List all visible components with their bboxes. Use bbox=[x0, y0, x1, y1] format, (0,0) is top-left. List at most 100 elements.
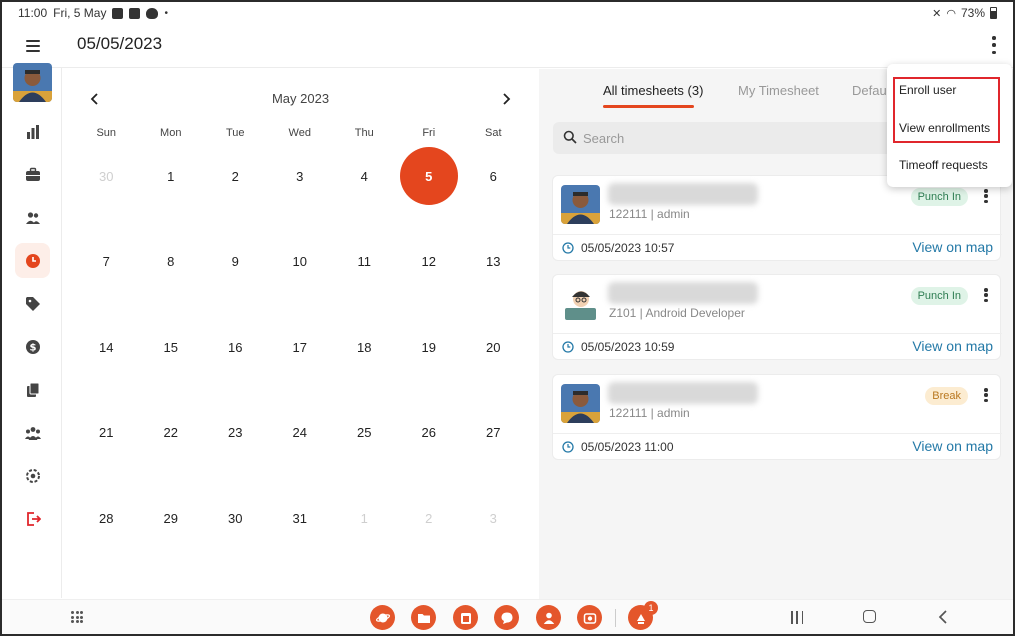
calendar-day-number: 3 bbox=[489, 510, 497, 526]
calendar-day[interactable]: 30 bbox=[74, 147, 139, 232]
calendar-day[interactable]: 30 bbox=[203, 489, 268, 574]
sidebar-item-documents[interactable] bbox=[15, 372, 50, 407]
sidebar-item-timesheets[interactable] bbox=[15, 243, 50, 278]
sidebar-item-users[interactable] bbox=[15, 200, 50, 235]
calendar-day[interactable]: 28 bbox=[74, 489, 139, 574]
calendar: May 2023 Sun Mon Tue Wed Thu Fri Sat 30 1 2 3 4 5 6 7 8… bbox=[63, 69, 538, 599]
sidebar-item-tags[interactable] bbox=[15, 286, 50, 321]
bar-chart-icon bbox=[26, 124, 39, 139]
calendar-day-number: 28 bbox=[99, 510, 114, 526]
view-on-map-link[interactable]: View on map bbox=[912, 239, 993, 255]
card-footer: 05/05/2023 11:00 View on map bbox=[553, 433, 1002, 461]
menu-item-view-enrollments[interactable]: View enrollments bbox=[899, 121, 990, 135]
menu-item-enroll-user[interactable]: Enroll user bbox=[899, 83, 956, 97]
calendar-day[interactable]: 29 bbox=[139, 489, 204, 574]
calendar-day[interactable]: 31 bbox=[268, 489, 333, 574]
calendar-day[interactable]: 21 bbox=[74, 403, 139, 488]
view-on-map-link[interactable]: View on map bbox=[912, 438, 993, 454]
calendar-day[interactable]: 1 bbox=[332, 489, 397, 574]
calendar-day-number: 12 bbox=[421, 254, 436, 270]
dock-app-calendar[interactable] bbox=[453, 605, 478, 630]
timesheet-card[interactable]: 122111 | admin Punch In 05/05/2023 10:57 Vi… bbox=[552, 175, 1002, 262]
calendar-day[interactable]: 9 bbox=[203, 232, 268, 317]
timesheet-card[interactable]: Z101 | Android Developer Punch In 05/05/20… bbox=[552, 274, 1002, 360]
back-button[interactable] bbox=[936, 609, 950, 625]
calendar-day-number: 25 bbox=[357, 425, 372, 441]
calendar-day-selected[interactable]: 5 bbox=[397, 147, 462, 232]
calendar-day[interactable]: 20 bbox=[461, 318, 526, 403]
calendar-month-label: May 2023 bbox=[271, 91, 330, 106]
battery-percent: 73% bbox=[960, 6, 985, 20]
hamburger-menu-icon[interactable] bbox=[26, 40, 40, 52]
calendar-day[interactable]: 14 bbox=[74, 318, 139, 403]
checkbox-notification-icon bbox=[129, 7, 141, 19]
calendar-day[interactable]: 19 bbox=[397, 318, 462, 403]
calendar-day[interactable]: 17 bbox=[268, 318, 333, 403]
sidebar-item-settings[interactable] bbox=[15, 458, 50, 493]
calendar-day[interactable]: 1 bbox=[139, 147, 204, 232]
menu-item-timeoff-requests[interactable]: Timeoff requests bbox=[899, 158, 988, 172]
tab-all-timesheets[interactable]: All timesheets (3) bbox=[603, 83, 703, 98]
calendar-day[interactable]: 3 bbox=[268, 147, 333, 232]
sidebar-item-payments[interactable]: $ bbox=[15, 329, 50, 364]
calendar-day[interactable]: 2 bbox=[397, 489, 462, 574]
calendar-day[interactable]: 23 bbox=[203, 403, 268, 488]
dock-app-messages[interactable] bbox=[494, 605, 519, 630]
calendar-day[interactable]: 27 bbox=[461, 403, 526, 488]
calendar-day[interactable]: 4 bbox=[332, 147, 397, 232]
home-button[interactable] bbox=[863, 610, 876, 623]
calendar-day[interactable]: 10 bbox=[268, 232, 333, 317]
recent-apps-button[interactable] bbox=[791, 611, 803, 624]
card-footer: 05/05/2023 10:57 View on map bbox=[553, 234, 1002, 262]
sidebar-item-logout[interactable] bbox=[15, 501, 50, 536]
calendar-day[interactable]: 6 bbox=[461, 147, 526, 232]
card-more-icon[interactable] bbox=[984, 388, 988, 402]
gear-icon bbox=[25, 468, 40, 483]
clock-icon bbox=[25, 253, 40, 268]
calendar-day-number: 30 bbox=[99, 169, 114, 184]
calendar-day[interactable]: 22 bbox=[139, 403, 204, 488]
app-frame: 11:00 Fri, 5 May • ✕ ◠ 73% 05/05/2023 $ … bbox=[0, 0, 1015, 636]
calendar-day[interactable]: 11 bbox=[332, 232, 397, 317]
calendar-day[interactable]: 2 bbox=[203, 147, 268, 232]
dock-app-contacts[interactable] bbox=[536, 605, 561, 630]
calendar-day-number: 5 bbox=[425, 169, 433, 184]
dock-app-files[interactable] bbox=[411, 605, 436, 630]
view-on-map-link[interactable]: View on map bbox=[912, 338, 993, 354]
card-more-icon[interactable] bbox=[984, 189, 988, 203]
app-drawer-icon[interactable] bbox=[71, 611, 83, 623]
calendar-day[interactable]: 13 bbox=[461, 232, 526, 317]
timesheet-card[interactable]: 122111 | admin Break 05/05/2023 11:00 View … bbox=[552, 374, 1002, 461]
calendar-day[interactable]: 25 bbox=[332, 403, 397, 488]
sidebar-item-reports[interactable] bbox=[15, 114, 50, 149]
weekday-label: Fri bbox=[422, 127, 436, 139]
card-more-icon[interactable] bbox=[984, 288, 988, 302]
calendar-day[interactable]: 7 bbox=[74, 232, 139, 317]
tab-my-timesheet[interactable]: My Timesheet bbox=[738, 83, 819, 98]
active-tab-indicator bbox=[603, 105, 694, 108]
team-icon bbox=[24, 426, 41, 440]
calendar-day[interactable]: 15 bbox=[139, 318, 204, 403]
calendar-day[interactable]: 8 bbox=[139, 232, 204, 317]
dock-app-browser[interactable] bbox=[370, 605, 395, 630]
calendar-day[interactable]: 26 bbox=[397, 403, 462, 488]
overflow-menu-icon[interactable] bbox=[991, 36, 997, 54]
calendar-day-number: 19 bbox=[421, 339, 436, 355]
dock-divider bbox=[615, 609, 616, 627]
dock-app-camera[interactable] bbox=[577, 605, 602, 630]
weekday-label: Sat bbox=[484, 127, 502, 139]
avatar[interactable] bbox=[13, 63, 52, 102]
redacted-name bbox=[608, 282, 758, 304]
calendar-day[interactable]: 3 bbox=[461, 489, 526, 574]
sidebar-item-jobs[interactable] bbox=[15, 157, 50, 192]
person-icon bbox=[543, 612, 554, 624]
tab-default[interactable]: Defau bbox=[852, 83, 887, 98]
calendar-day-number: 8 bbox=[167, 254, 175, 270]
battery-icon bbox=[990, 7, 997, 19]
calendar-day[interactable]: 18 bbox=[332, 318, 397, 403]
sidebar-item-teams[interactable] bbox=[15, 415, 50, 450]
calendar-day[interactable]: 12 bbox=[397, 232, 462, 317]
chevron-right-icon[interactable] bbox=[498, 91, 514, 107]
calendar-day[interactable]: 16 bbox=[203, 318, 268, 403]
calendar-day[interactable]: 24 bbox=[268, 403, 333, 488]
